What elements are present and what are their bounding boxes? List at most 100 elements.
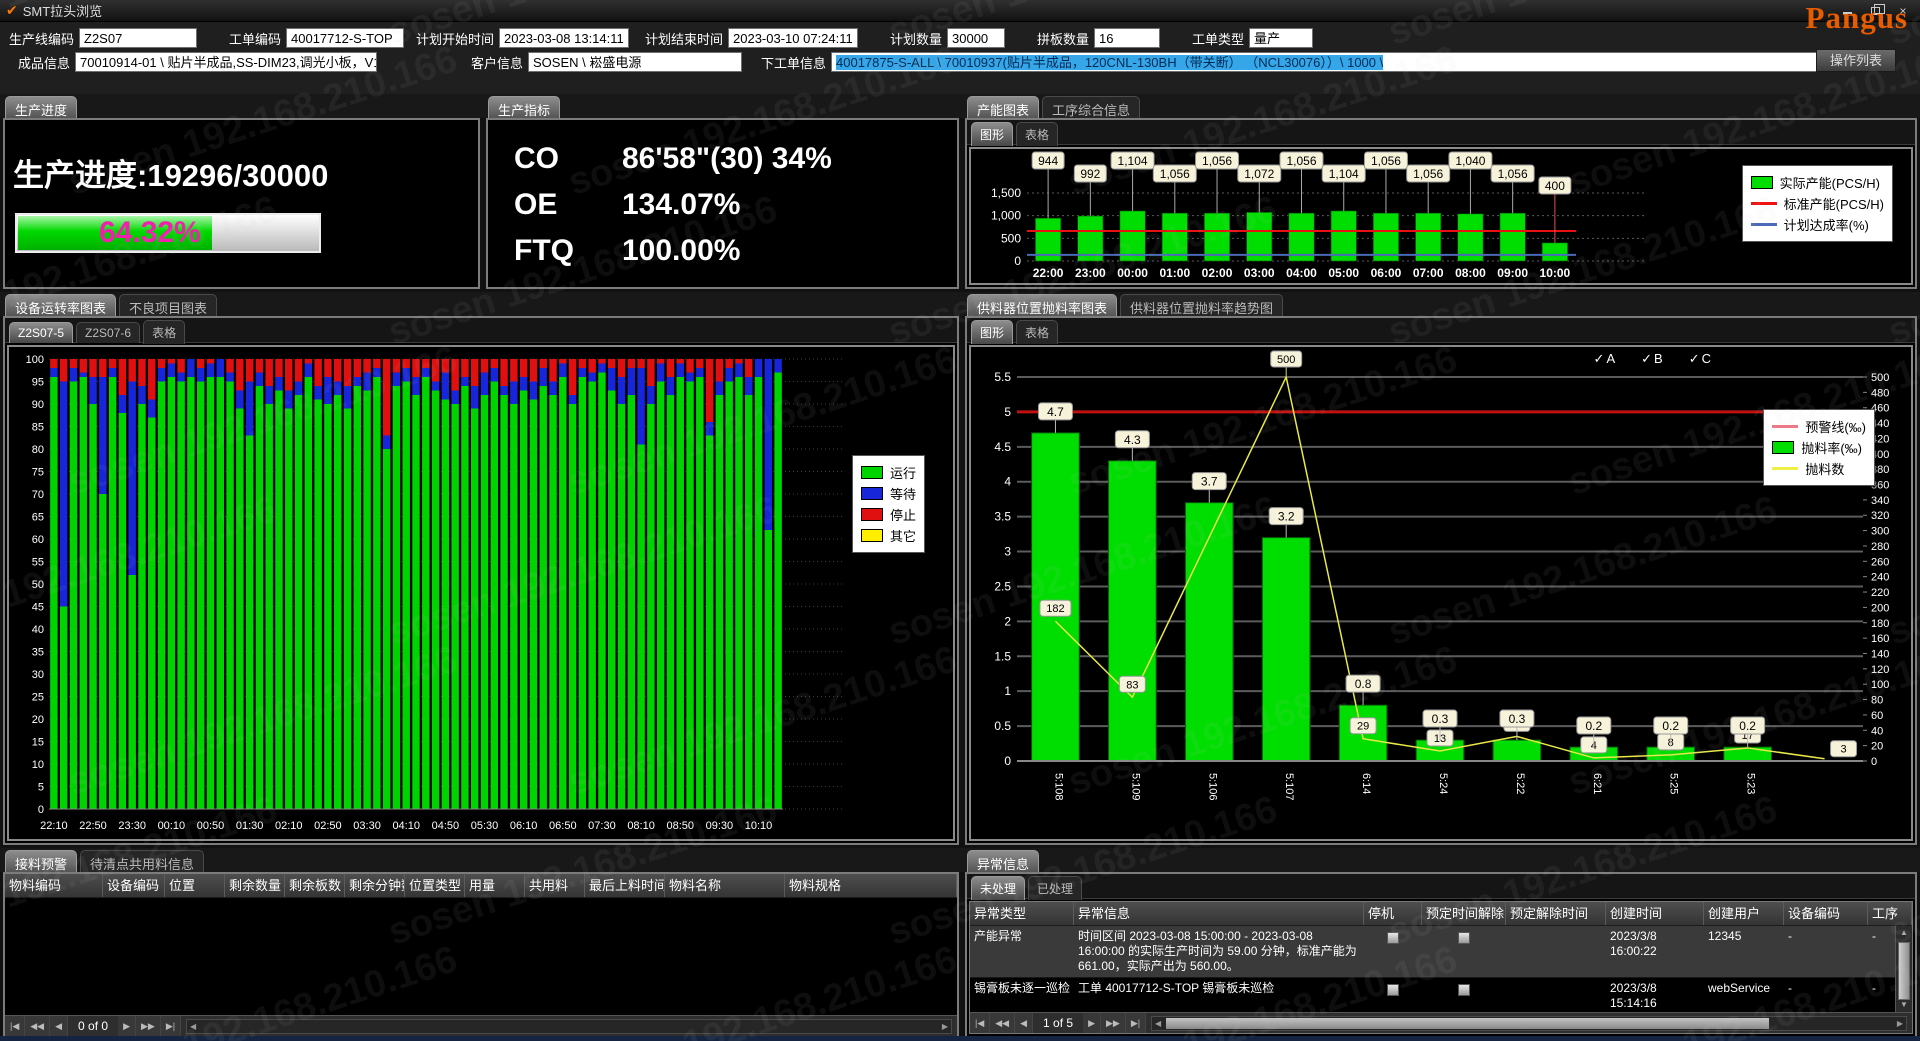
window-bottom-edge [0, 1036, 1920, 1041]
series-check-c[interactable]: ✓C [1689, 351, 1711, 367]
scrollbar-thumb[interactable] [1166, 1018, 1769, 1029]
tab-capacity-sub-1[interactable]: 表格 [1016, 122, 1058, 146]
column-header[interactable]: 停机 [1364, 902, 1422, 925]
series-check-a[interactable]: ✓A [1594, 351, 1616, 367]
app-window: ✔ SMT拉头浏览 × 生产线编码 Z2S07 工单编码 40017712-S-… [0, 0, 1920, 1041]
field-label: 计划结束时间 [641, 29, 723, 48]
column-header[interactable]: 共用料 [525, 874, 585, 897]
svg-text:220: 220 [1871, 587, 1889, 599]
stop-checkbox[interactable] [1387, 984, 1399, 996]
svg-text:23:00: 23:00 [1075, 266, 1106, 280]
exception-row[interactable]: 产能异常时间区间 2023-03-08 15:00:00 - 2023-03-0… [970, 926, 1912, 978]
tab-capacity-sub-0[interactable]: 图形 [971, 122, 1013, 146]
scheduled-release-checkbox[interactable] [1458, 984, 1470, 996]
legend-label: 抛料率(‰) [1801, 438, 1862, 457]
column-header[interactable]: 位置类型 [405, 874, 465, 897]
svg-text:50: 50 [32, 579, 44, 591]
tab-exception-sub-0[interactable]: 未处理 [971, 876, 1025, 900]
svg-text:140: 140 [1871, 648, 1889, 660]
next-page-button[interactable]: ▶ [118, 1016, 136, 1036]
next-order-info-input[interactable]: 40017875-S-ALL \ 70010937(贴片半成品，120CNL-1… [831, 52, 1863, 72]
tab-exception-sub-1[interactable]: 已处理 [1028, 876, 1082, 900]
tab-feeder-sub-1[interactable]: 表格 [1016, 320, 1058, 344]
scrollbar-thumb[interactable] [1898, 942, 1910, 1000]
prev-group-button[interactable]: ◀◀ [990, 1013, 1015, 1033]
scheduled-release-checkbox[interactable] [1458, 932, 1470, 944]
column-header[interactable]: 设备编码 [1784, 902, 1868, 925]
plan-start-input[interactable]: 2023-03-08 13:14:11 [499, 28, 629, 48]
check-icon: ✓ [1641, 351, 1652, 366]
column-header[interactable]: 用量 [465, 874, 525, 897]
work-order-input[interactable]: 40017712-S-TOP [286, 28, 404, 48]
column-header[interactable]: 物料规格 [785, 874, 957, 897]
column-header[interactable]: 预定时间解除 [1422, 902, 1506, 925]
product-info-input[interactable]: 70010914-01 \ 贴片半成品,SS-DIM23,调光小板，V11软件 … [75, 52, 377, 72]
svg-text:3: 3 [1840, 744, 1846, 756]
svg-text:06:10: 06:10 [510, 820, 538, 832]
column-header[interactable]: 位置 [165, 874, 225, 897]
prev-page-button[interactable]: ◀ [50, 1016, 68, 1036]
plan-end-input[interactable]: 2023-03-10 07:24:11 [728, 28, 858, 48]
scroll-right-arrow[interactable]: ▶ [1894, 1017, 1906, 1030]
tab-equipment-sub-0[interactable]: Z2S07-5 [9, 322, 73, 343]
order-type-input[interactable]: 量产 [1249, 28, 1313, 48]
selected-text: 40017875-S-ALL \ 70010937(贴片半成品，120CNL-1… [836, 55, 1383, 70]
svg-text:5:107: 5:107 [1283, 773, 1295, 801]
production-line-input[interactable]: Z2S07 [79, 28, 197, 48]
svg-text:5: 5 [38, 782, 44, 794]
column-header[interactable]: 异常信息 [1074, 902, 1364, 925]
action-list-button[interactable]: 操作列表 [1816, 49, 1896, 72]
column-header[interactable]: 最后上料时间 [585, 874, 665, 897]
tab-feeder-sub-0[interactable]: 图形 [971, 320, 1013, 344]
panel-qty-input[interactable]: 16 [1094, 28, 1160, 48]
last-page-button[interactable]: ▶| [161, 1016, 181, 1036]
column-header[interactable]: 创建时间 [1606, 902, 1704, 925]
svg-text:08:10: 08:10 [627, 820, 655, 832]
column-header[interactable]: 剩余分钟数 [345, 874, 405, 897]
column-header[interactable]: 创建用户 [1704, 902, 1784, 925]
first-page-button[interactable]: |◀ [5, 1016, 25, 1036]
horizontal-scrollbar[interactable]: ◀▶ [186, 1019, 952, 1034]
next-page-button[interactable]: ▶ [1083, 1013, 1101, 1033]
svg-text:5:109: 5:109 [1129, 773, 1141, 801]
scroll-up-arrow[interactable]: ▲ [1896, 926, 1912, 940]
column-header[interactable]: 预定解除时间 [1506, 902, 1606, 925]
first-page-button[interactable]: |◀ [970, 1013, 990, 1033]
prev-page-button[interactable]: ◀ [1015, 1013, 1033, 1033]
svg-text:03:30: 03:30 [353, 820, 381, 832]
exception-row[interactable]: 锡膏板未逐一巡检工单 40017712-S-TOP 锡膏板未巡检2023/3/8… [970, 978, 1912, 1015]
panel-material: 接料预警待清点共用料信息 物料编码设备编码位置剩余数量剩余板数剩余分钟数位置类型… [0, 848, 962, 1041]
legend-swatch-icon [861, 508, 883, 521]
horizontal-scrollbar[interactable]: ◀▶ [1151, 1016, 1907, 1031]
scroll-right-arrow[interactable]: ▶ [939, 1020, 951, 1033]
capacity-chart: 05001,0001,50094422:0099223:001,10400:00… [969, 147, 1913, 285]
column-header[interactable]: 工序 [1868, 902, 1912, 925]
customer-info-input[interactable]: SOSEN \ 崧盛电源 [528, 52, 742, 72]
column-header[interactable]: 物料编码 [5, 874, 103, 897]
tab-equipment-sub-1[interactable]: Z2S07-6 [76, 322, 140, 343]
scroll-down-arrow[interactable]: ▼ [1896, 998, 1912, 1012]
last-page-button[interactable]: ▶| [1126, 1013, 1146, 1033]
scroll-left-arrow[interactable]: ◀ [1152, 1017, 1164, 1030]
progress-headline: 生产进度:19296/30000 [5, 120, 478, 195]
prev-group-button[interactable]: ◀◀ [25, 1016, 50, 1036]
plan-qty-input[interactable]: 30000 [947, 28, 1005, 48]
tab-equipment-sub-2[interactable]: 表格 [143, 320, 185, 344]
legend-swatch-icon [1772, 441, 1794, 454]
stop-checkbox[interactable] [1387, 932, 1399, 944]
column-header[interactable]: 异常类型 [970, 902, 1074, 925]
column-header[interactable]: 剩余数量 [225, 874, 285, 897]
next-group-button[interactable]: ▶▶ [136, 1016, 161, 1036]
svg-text:240: 240 [1871, 572, 1889, 584]
vertical-scrollbar[interactable]: ▲ ▼ [1895, 926, 1912, 1012]
svg-text:60: 60 [1871, 710, 1883, 722]
svg-text:1: 1 [1004, 684, 1011, 698]
column-header[interactable]: 设备编码 [103, 874, 165, 897]
column-header[interactable]: 物料名称 [665, 874, 785, 897]
column-header[interactable]: 剩余板数 [285, 874, 345, 897]
svg-text:2.5: 2.5 [994, 579, 1011, 593]
scroll-left-arrow[interactable]: ◀ [187, 1020, 199, 1033]
series-check-b[interactable]: ✓B [1641, 351, 1663, 367]
svg-text:3.2: 3.2 [1278, 510, 1295, 524]
next-group-button[interactable]: ▶▶ [1101, 1013, 1126, 1033]
